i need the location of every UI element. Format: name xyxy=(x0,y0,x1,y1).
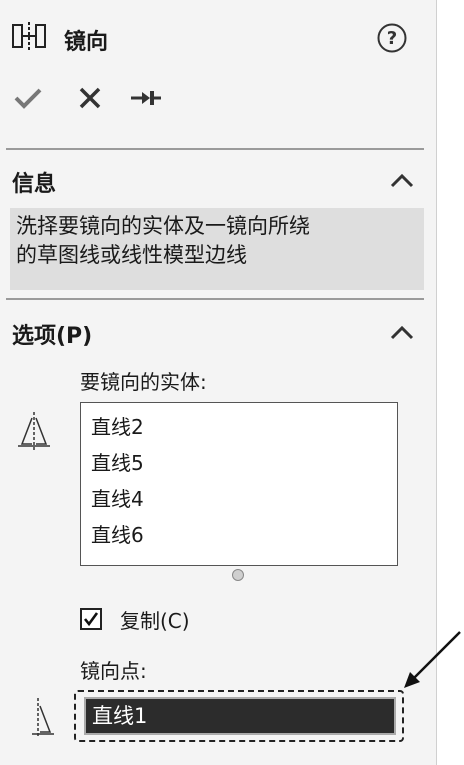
checkmark-icon xyxy=(83,612,99,627)
copy-checkbox[interactable] xyxy=(80,608,102,630)
mirror-property-manager: 镜向 ? 信息 洗择要镜向的实体及一镜向所绕 的草图线或线性模型边线 选项(P)… xyxy=(0,0,437,765)
annotation-arrow-icon xyxy=(404,631,461,688)
options-section-header[interactable]: 选项(P) xyxy=(0,312,436,352)
close-icon xyxy=(79,87,101,109)
info-text-line2: 的草图线或线性模型边线 xyxy=(16,243,247,267)
pin-button[interactable] xyxy=(128,80,164,116)
mirror-icon xyxy=(12,22,46,52)
divider xyxy=(6,298,424,300)
list-item[interactable]: 直线6 xyxy=(81,517,397,553)
entities-list[interactable]: 直线2 直线5 直线4 直线6 xyxy=(80,402,398,566)
help-icon[interactable]: ? xyxy=(376,22,408,54)
list-item[interactable]: 直线4 xyxy=(81,481,397,517)
title-bar: 镜向 ? xyxy=(0,18,436,62)
info-message: 洗择要镜向的实体及一镜向所绕 的草图线或线性模型边线 xyxy=(10,208,424,290)
copy-label: 复制(C) xyxy=(120,609,190,633)
svg-text:?: ? xyxy=(387,28,397,49)
options-section-title: 选项(P) xyxy=(12,324,93,349)
mirror-entities-icon xyxy=(18,412,50,452)
chevron-up-icon[interactable] xyxy=(386,166,418,194)
mirror-point-field[interactable]: 直线1 xyxy=(84,697,396,735)
list-item[interactable]: 直线5 xyxy=(81,445,397,481)
chevron-up-icon[interactable] xyxy=(386,318,418,346)
list-item[interactable]: 直线2 xyxy=(81,409,397,445)
pushpin-icon xyxy=(131,91,161,105)
cancel-button[interactable] xyxy=(72,80,108,116)
panel-title: 镜向 xyxy=(64,30,109,55)
info-section-title: 信息 xyxy=(12,172,57,197)
mirror-point-icon xyxy=(32,698,54,738)
divider xyxy=(6,148,424,150)
ok-button[interactable] xyxy=(10,80,46,116)
list-resize-handle[interactable] xyxy=(232,569,244,581)
action-bar xyxy=(0,80,436,120)
entities-to-mirror-label: 要镜向的实体: xyxy=(80,370,207,394)
info-section-header[interactable]: 信息 xyxy=(0,160,436,200)
mirror-point-label: 镜向点: xyxy=(80,659,147,683)
info-text-line1: 洗择要镜向的实体及一镜向所绕 xyxy=(16,214,310,238)
check-icon xyxy=(14,88,42,109)
